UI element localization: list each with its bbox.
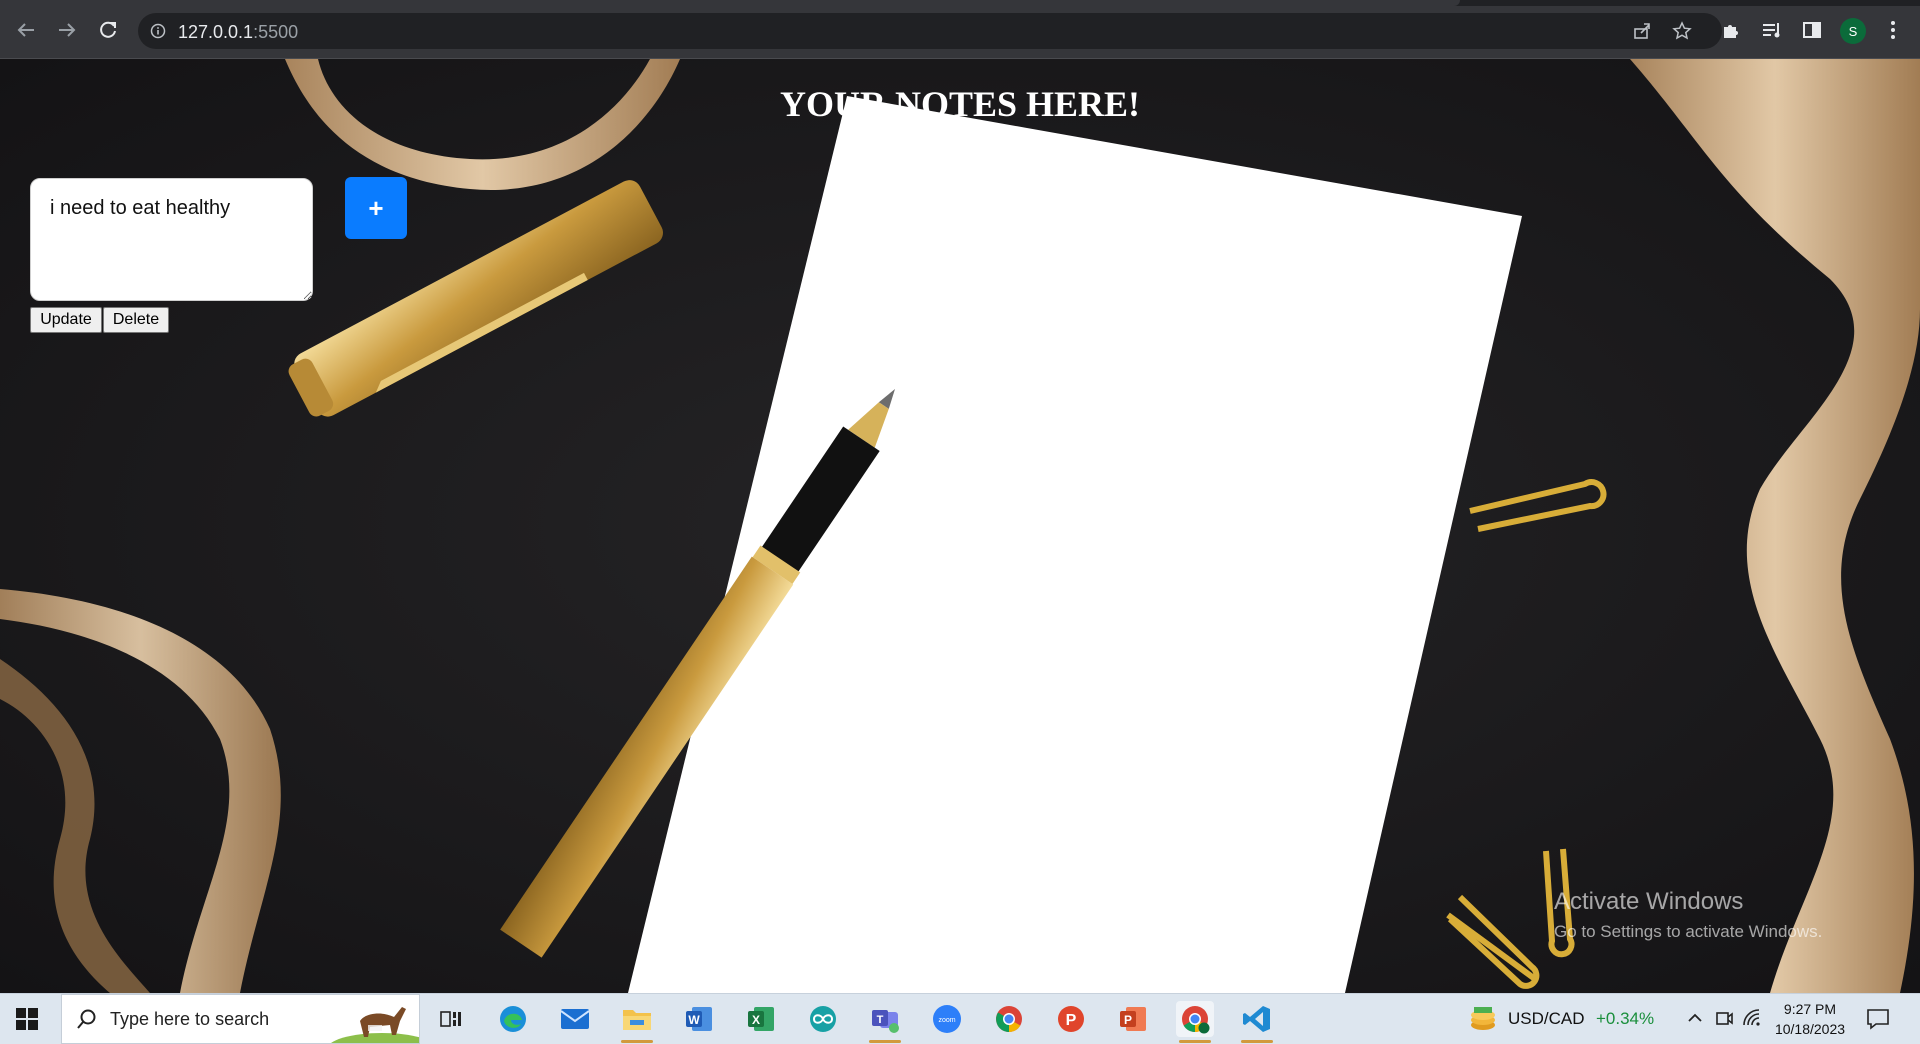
back-arrow-icon[interactable]	[12, 16, 40, 44]
mail-icon[interactable]	[556, 1001, 594, 1037]
forward-arrow-icon[interactable]	[53, 16, 81, 44]
watermark-line-1: Activate Windows	[1554, 888, 1744, 915]
powerpoint-icon[interactable]: P	[1114, 1001, 1152, 1037]
polaris-icon[interactable]: P	[1052, 1001, 1090, 1037]
add-note-button[interactable]: +	[345, 177, 407, 239]
chrome-icon[interactable]	[990, 1001, 1028, 1037]
svg-text:X: X	[752, 1013, 760, 1027]
wifi-icon[interactable]	[1742, 1008, 1762, 1033]
address-bar[interactable]: 127.0.0.1:5500	[138, 13, 1722, 49]
extensions-icon[interactable]	[1718, 17, 1744, 43]
reading-list-icon[interactable]	[1759, 17, 1785, 43]
delete-button[interactable]: Delete	[103, 307, 169, 333]
task-view-icon[interactable]	[432, 1001, 470, 1037]
excel-icon[interactable]: X	[742, 1001, 780, 1037]
site-info-icon[interactable]	[148, 21, 168, 41]
chrome-profile-icon[interactable]	[1176, 1001, 1214, 1043]
tab-strip	[0, 0, 1920, 6]
svg-text:P: P	[1124, 1013, 1132, 1027]
url-port: :5500	[253, 22, 299, 42]
currency-pair[interactable]: USD/CAD	[1508, 1009, 1585, 1029]
teams-icon[interactable]: T	[866, 1001, 904, 1043]
windows-taskbar: Type here to search W X T zoom P P USD/C…	[0, 993, 1920, 1044]
okapi-search-highlight-icon	[331, 1007, 419, 1043]
svg-text:T: T	[877, 1014, 884, 1026]
windows-start-icon[interactable]	[16, 1008, 38, 1030]
url-host: 127.0.0.1	[178, 22, 254, 42]
share-icon[interactable]	[1630, 19, 1654, 43]
page-title: YOUR NOTES HERE!	[779, 84, 1141, 124]
side-panel-icon[interactable]	[1799, 17, 1825, 43]
reload-icon[interactable]	[94, 16, 122, 44]
watermark-line-2: Go to Settings to activate Windows.	[1554, 922, 1823, 941]
file-explorer-icon[interactable]	[618, 1001, 656, 1043]
kebab-menu-icon[interactable]	[1880, 17, 1906, 43]
update-button[interactable]: Update	[30, 307, 102, 333]
clock-date: 10/18/2023	[1774, 1021, 1846, 1037]
zoom-icon[interactable]: zoom	[928, 1001, 966, 1037]
arduino-icon[interactable]	[804, 1001, 842, 1037]
profile-avatar[interactable]: S	[1840, 18, 1866, 44]
system-clock[interactable]: 9:27 PM 10/18/2023	[1765, 999, 1855, 1039]
notifications-icon[interactable]	[1866, 1008, 1890, 1035]
search-placeholder: Type here to search	[110, 1009, 270, 1029]
show-hidden-icons-chevron-icon[interactable]	[1686, 1008, 1704, 1033]
meet-now-icon[interactable]	[1714, 1008, 1734, 1033]
vscode-icon[interactable]	[1238, 1001, 1276, 1043]
note-textarea[interactable]: i need to eat healthy	[30, 178, 313, 301]
clock-time: 9:27 PM	[1783, 1001, 1837, 1017]
currency-widget-icon[interactable]	[1468, 1005, 1498, 1033]
activate-windows-watermark: Activate Windows Go to Settings to activ…	[1554, 888, 1822, 942]
currency-change[interactable]: +0.34%	[1596, 1009, 1654, 1029]
svg-text:P: P	[1066, 1012, 1077, 1029]
taskbar-search-box[interactable]: Type here to search	[61, 994, 420, 1044]
url-text[interactable]: 127.0.0.1:5500	[178, 22, 298, 43]
search-icon	[76, 1008, 98, 1035]
browser-toolbar: 127.0.0.1:5500 S	[0, 0, 1920, 59]
word-icon[interactable]: W	[680, 1001, 718, 1037]
svg-text:zoom: zoom	[938, 1017, 955, 1024]
svg-text:W: W	[688, 1013, 700, 1027]
edge-icon[interactable]	[494, 1001, 532, 1037]
notes-page: YOUR NOTES HERE! i need to eat healthy +…	[0, 59, 1920, 993]
bookmark-star-icon[interactable]	[1670, 19, 1694, 43]
